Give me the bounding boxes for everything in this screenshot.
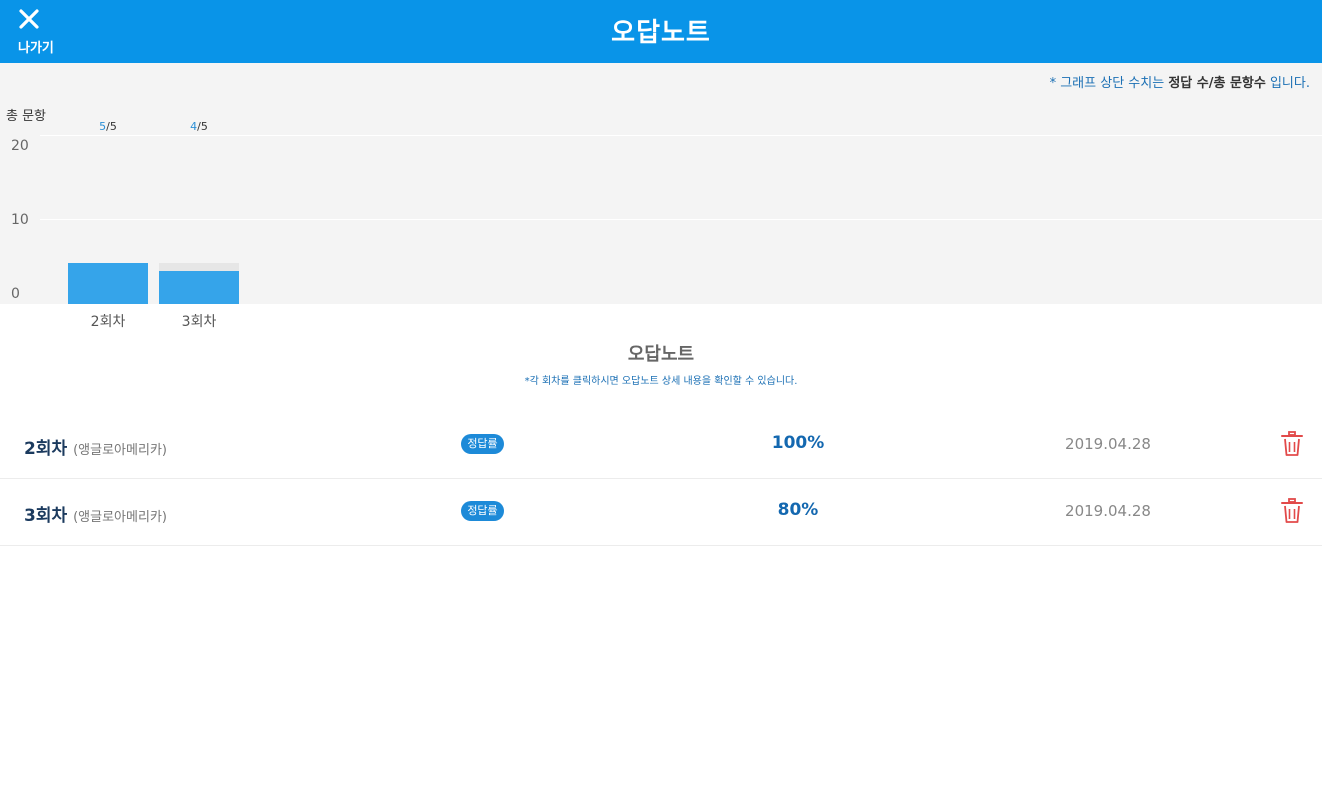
delete-button[interactable] [1281, 498, 1303, 524]
bar-correct-3회차[interactable] [159, 270, 239, 304]
record-row[interactable]: 2회차 (앵글로아메리카) 정답률 100% 2019.04.28 [0, 412, 1322, 479]
app-header: 나가기 오답노트 [0, 0, 1322, 63]
record-round: 3회차 (앵글로아메리카) [24, 501, 167, 526]
accuracy-badge: 정답률 [461, 501, 504, 521]
chart-note-total: 총 문항수 [1213, 76, 1266, 91]
x-tick-3: 3회차 [181, 314, 217, 330]
accuracy-value: 100% [771, 433, 825, 453]
accuracy-badge: 정답률 [461, 434, 504, 454]
chart-note-suffix: 입니다. [1265, 76, 1310, 91]
round-label: 2회차 [24, 439, 68, 459]
record-date: 2019.04.28 [1065, 435, 1151, 453]
gridline-10 [40, 219, 1322, 220]
record-row[interactable]: 3회차 (앵글로아메리카) 정답률 80% 2019.04.28 [0, 479, 1322, 546]
x-tick-2: 2회차 [90, 314, 126, 330]
y-tick-20: 20 [11, 138, 29, 154]
bar-label-2: 5/5 [68, 120, 148, 133]
chart-note: * 그래프 상단 수치는 정답 수/총 문항수 입니다. [1050, 72, 1310, 91]
page-title: 오답노트 [611, 18, 711, 48]
bar-correct-2회차[interactable] [68, 262, 148, 304]
y-tick-0: 0 [11, 286, 20, 302]
gridline-20 [40, 135, 1322, 136]
chart-note-correct: 정답 수 [1168, 76, 1209, 91]
chart-panel: * 그래프 상단 수치는 정답 수/총 문항수 입니다. 총 문항 20 10 … [0, 63, 1322, 304]
bar-label-3: 4/5 [159, 120, 239, 133]
record-round: 2회차 (앵글로아메리카) [24, 434, 167, 459]
accuracy-value: 80% [777, 500, 819, 520]
section-title: 오답노트 [627, 344, 695, 365]
book-label: (앵글로아메리카) [73, 510, 167, 525]
trash-icon [1281, 498, 1303, 523]
bar-label-total: 5 [109, 120, 117, 133]
bar-label-total: 5 [200, 120, 208, 133]
chart-note-prefix: * 그래프 상단 수치는 [1049, 76, 1169, 91]
book-label: (앵글로아메리카) [73, 443, 167, 458]
round-label: 3회차 [24, 506, 68, 526]
y-axis-title: 총 문항 [6, 109, 47, 124]
y-tick-10: 10 [11, 212, 29, 228]
section-subtitle: *각 회차를 클릭하시면 오답노트 상세 내용을 확인할 수 있습니다. [524, 376, 798, 387]
trash-icon [1281, 431, 1303, 456]
delete-button[interactable] [1281, 431, 1303, 457]
record-date: 2019.04.28 [1065, 502, 1151, 520]
